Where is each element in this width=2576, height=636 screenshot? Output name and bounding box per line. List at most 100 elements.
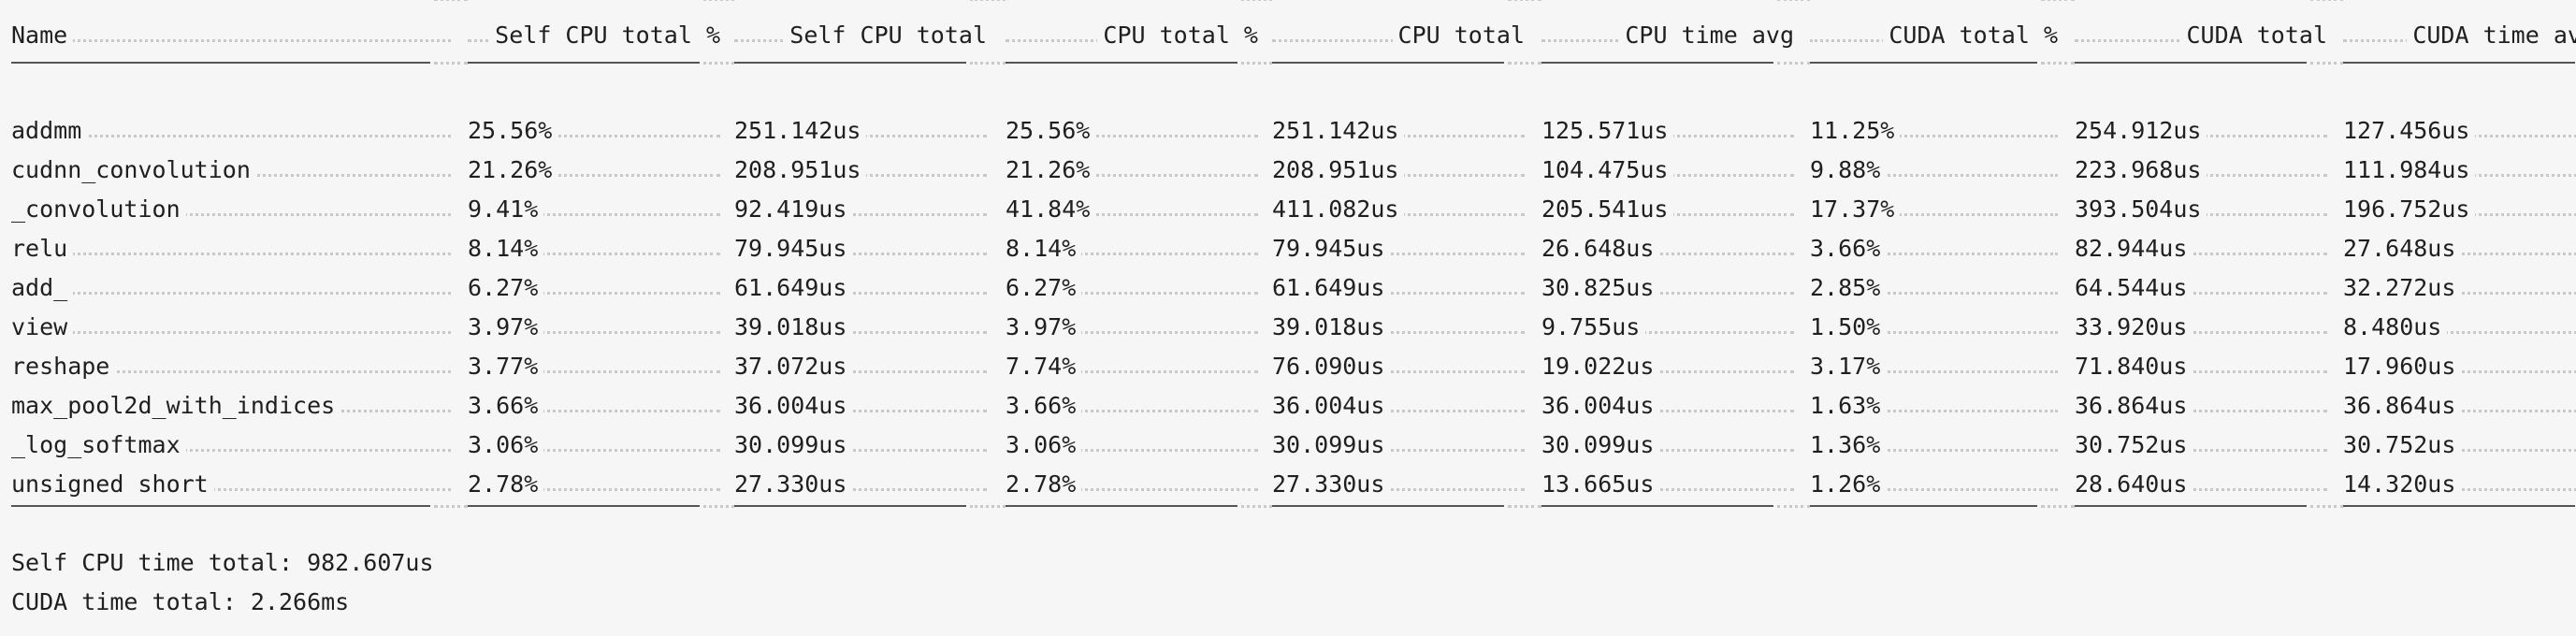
bottom-rule-gap [1777, 505, 1810, 508]
top-rule-gap [1508, 0, 1541, 1]
table-row: addmm 25.56% 251.142us 25.56% 251.142us 125.5… [0, 112, 2576, 150]
header-rule-seg [1006, 62, 1237, 64]
value-cell: 254.912us [2075, 112, 2327, 150]
metric-value: 64.544us [2075, 274, 2193, 301]
value-cell: 251.142us [734, 112, 987, 150]
top-rule-gap [1241, 0, 1272, 1]
metric-value: 30.099us [734, 431, 853, 458]
value-cell: 3.97% [468, 309, 720, 346]
value-cell: 21.26% [1006, 152, 1258, 189]
value-cell: 28.640us [2075, 466, 2327, 503]
metric-value: 3.77% [468, 353, 544, 380]
value-cell: 17.960us [2343, 348, 2576, 385]
column-header-label: CPU time avg [1619, 22, 1794, 49]
column-header-label: CPU total [1392, 22, 1525, 49]
op-name: max_pool2d_with_indices [11, 392, 341, 419]
metric-value: 9.88% [1810, 156, 1887, 183]
value-cell: 36.004us [1272, 387, 1525, 425]
row-dot-leader [11, 253, 451, 255]
metric-value: 61.649us [1272, 274, 1391, 301]
top-rule-gap [2041, 0, 2075, 1]
value-cell: 205.541us [1541, 191, 1794, 228]
metric-value: 41.84% [1006, 195, 1096, 223]
table-row: max_pool2d_with_indices 3.66% 36.004us 3.66… [0, 387, 2576, 425]
top-rule-gap [2310, 0, 2343, 1]
value-cell: 3.66% [1006, 387, 1258, 425]
header-dot-leader [11, 39, 451, 42]
value-cell: 7.74% [1006, 348, 1258, 385]
bottom-rule-seg [468, 505, 700, 507]
value-cell: 3.17% [1810, 348, 2058, 385]
table-row: _convolution 9.41% 92.419us 41.84% 411.082us… [0, 191, 2576, 228]
bottom-rule-seg [11, 505, 430, 507]
op-name-cell: relu [11, 230, 451, 267]
metric-value: 8.14% [468, 235, 544, 262]
value-cell: 6.27% [1006, 269, 1258, 307]
header-rule-seg [2343, 62, 2575, 64]
metric-value: 28.640us [2075, 470, 2193, 498]
self-cpu-time-total: Self CPU time total: 982.607us [11, 549, 434, 576]
column-header: CUDA total [2075, 17, 2327, 54]
column-header: CUDA total % [1810, 17, 2058, 54]
value-cell: 39.018us [1272, 309, 1525, 346]
header-rule-gap [970, 62, 1006, 65]
metric-value: 3.97% [468, 313, 544, 340]
metric-value: 30.099us [1541, 431, 1660, 458]
metric-value: 27.330us [734, 470, 853, 498]
metric-value: 3.06% [468, 431, 544, 458]
table-row: view 3.97% 39.018us 3.97% 39.018us 9.755us 1.5… [0, 309, 2576, 346]
metric-value: 21.26% [468, 156, 558, 183]
value-cell: 27.330us [734, 466, 987, 503]
bottom-rule-seg [734, 505, 966, 507]
metric-value: 251.142us [734, 117, 867, 144]
header-rule-gap [2310, 62, 2343, 65]
metric-value: 3.97% [1006, 313, 1082, 340]
metric-value: 17.960us [2343, 353, 2462, 380]
value-cell: 111.984us [2343, 152, 2576, 189]
metric-value: 6.27% [1006, 274, 1082, 301]
value-cell: 411.082us [1272, 191, 1525, 228]
value-cell: 36.864us [2343, 387, 2576, 425]
op-name: add_ [11, 274, 74, 301]
metric-value: 33.920us [2075, 313, 2193, 340]
metric-value: 19.022us [1541, 353, 1660, 380]
top-rule-gap [703, 0, 734, 1]
value-cell: 41.84% [1006, 191, 1258, 228]
metric-value: 2.78% [1006, 470, 1082, 498]
op-name: addmm [11, 117, 88, 144]
value-cell: 71.840us [2075, 348, 2327, 385]
value-cell: 14.320us [2343, 466, 2576, 503]
bottom-rule-seg [1810, 505, 2037, 507]
column-header: Name [11, 17, 451, 54]
value-cell: 19.022us [1541, 348, 1794, 385]
metric-value: 26.648us [1541, 235, 1660, 262]
op-name-cell: unsigned short [11, 466, 451, 503]
column-header-label: CUDA total % [1883, 22, 2058, 49]
bottom-rule-seg [2075, 505, 2307, 507]
column-header: CPU total [1272, 17, 1525, 54]
value-cell: 1.26% [1810, 466, 2058, 503]
bottom-rule-gap [703, 505, 734, 508]
value-cell: 1.63% [1810, 387, 2058, 425]
value-cell: 1.50% [1810, 309, 2058, 346]
bottom-rule-gap [1241, 505, 1272, 508]
metric-value: 393.504us [2075, 195, 2207, 223]
op-name-cell: addmm [11, 112, 451, 150]
value-cell: 3.97% [1006, 309, 1258, 346]
header-rule-gap [1777, 62, 1810, 65]
header-rule-gap [703, 62, 734, 65]
metric-value: 36.004us [1541, 392, 1660, 419]
value-cell: 223.968us [2075, 152, 2327, 189]
metric-value: 82.944us [2075, 235, 2193, 262]
value-cell: 30.099us [734, 426, 987, 464]
op-name: view [11, 313, 74, 340]
bottom-rule-gap [1508, 505, 1541, 508]
value-cell: 9.88% [1810, 152, 2058, 189]
header-rule-seg [2075, 62, 2307, 64]
metric-value: 196.752us [2343, 195, 2476, 223]
table-row: reshape 3.77% 37.072us 7.74% 76.090us 19.022u… [0, 348, 2576, 385]
value-cell: 8.480us [2343, 309, 2576, 346]
header-row: Name Self CPU total % Self CPU total CPU to… [0, 17, 2576, 54]
value-cell: 196.752us [2343, 191, 2576, 228]
value-cell: 92.419us [734, 191, 987, 228]
